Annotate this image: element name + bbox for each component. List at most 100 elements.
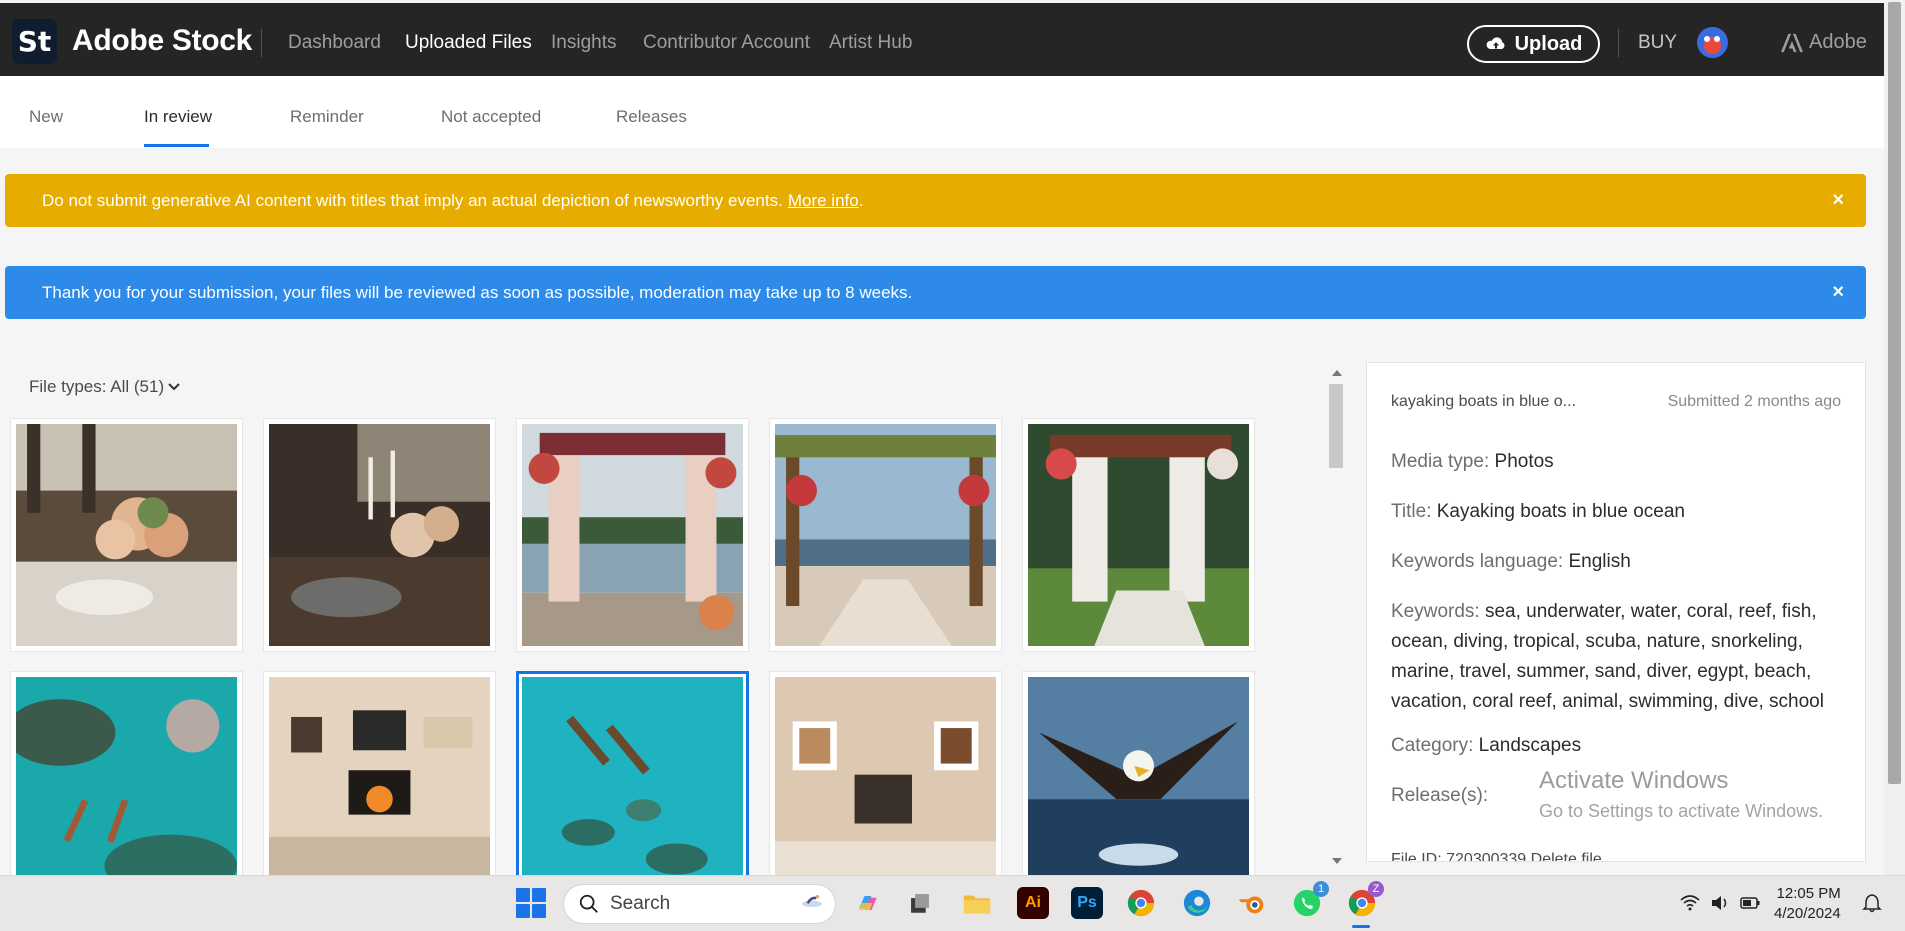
thumbnail-item[interactable]: [516, 418, 749, 652]
thumbnail-item[interactable]: [10, 418, 243, 652]
whatsapp-icon[interactable]: 1: [1291, 881, 1329, 919]
category-row: Category: Landscapes: [1391, 731, 1845, 761]
nav-insights[interactable]: Insights: [551, 32, 616, 54]
brand-name[interactable]: Adobe Stock: [72, 24, 252, 58]
adobe-stock-logo[interactable]: St: [12, 19, 57, 64]
keywords-language-value: English: [1568, 551, 1631, 572]
title-label: Title:: [1391, 501, 1432, 522]
submission-info-banner: Thank you for your submission, your file…: [5, 266, 1866, 319]
buy-link[interactable]: BUY: [1638, 32, 1677, 54]
title-value: Kayaking boats in blue ocean: [1436, 501, 1685, 522]
divider: [261, 29, 262, 57]
status-tabs: New In review Reminder Not accepted Rele…: [0, 76, 1884, 148]
scroll-down-arrow[interactable]: [1332, 858, 1342, 864]
thumbnail-item-selected[interactable]: [516, 671, 749, 905]
ai-content-warning-banner: Do not submit generative AI content with…: [5, 174, 1866, 227]
top-navigation-bar: St Adobe Stock Dashboard Uploaded Files …: [0, 3, 1884, 76]
files-icon[interactable]: [904, 887, 936, 919]
info-text: Thank you for your submission, your file…: [42, 282, 913, 302]
clock-date: 4/20/2024: [1774, 905, 1841, 922]
edge-icon[interactable]: [1181, 887, 1213, 919]
page-scrollbar[interactable]: [1884, 0, 1905, 875]
tab-reminder[interactable]: Reminder: [290, 107, 364, 127]
file-name: kayaking boats in blue o...: [1391, 393, 1577, 410]
keywords-language-row: Keywords language: English: [1391, 547, 1845, 577]
scrollbar-thumb[interactable]: [1888, 2, 1901, 784]
active-app-indicator: [1352, 925, 1370, 928]
grid-scrollbar-thumb[interactable]: [1329, 384, 1343, 468]
system-tray: [1680, 893, 1760, 913]
activate-windows-title: Activate Windows: [1539, 767, 1729, 794]
keywords-language-label: Keywords language:: [1391, 551, 1564, 572]
thumbnail-item[interactable]: [769, 671, 1002, 905]
nav-dashboard[interactable]: Dashboard: [288, 32, 381, 54]
copilot-icon[interactable]: [852, 887, 884, 919]
upload-button[interactable]: Upload: [1467, 25, 1600, 63]
chevron-down-icon: [168, 383, 180, 391]
wifi-icon[interactable]: [1680, 893, 1700, 913]
search-highlight-icon: [802, 895, 822, 908]
cloud-upload-icon: [1486, 37, 1505, 49]
battery-icon[interactable]: [1740, 893, 1760, 913]
bald-eagle-water-image: [1028, 677, 1249, 899]
file-types-label: File types: All (51): [29, 377, 165, 396]
category-label: Category:: [1391, 735, 1474, 756]
category-value: Landscapes: [1478, 735, 1582, 756]
kayaking-boats-ocean-image: [522, 677, 743, 899]
thumbnail-item[interactable]: [769, 418, 1002, 652]
chrome-icon[interactable]: [1125, 887, 1157, 919]
tab-not-accepted[interactable]: Not accepted: [441, 107, 541, 127]
upload-label: Upload: [1514, 32, 1583, 55]
windows-start-icon[interactable]: [516, 888, 546, 918]
adobe-link[interactable]: Adobe: [1781, 31, 1867, 54]
tab-releases[interactable]: Releases: [616, 107, 687, 127]
keywords-row: Keywords: sea, underwater, water, coral,…: [1391, 597, 1845, 717]
system-clock[interactable]: 12:05 PM 4/20/2024: [1774, 884, 1841, 924]
adobe-label: Adobe: [1809, 31, 1867, 53]
media-type-label: Media type:: [1391, 451, 1490, 472]
close-warning-button[interactable]: ×: [1832, 190, 1844, 210]
close-info-button[interactable]: ×: [1832, 282, 1844, 302]
clock-time: 12:05 PM: [1776, 885, 1841, 902]
photoshop-icon[interactable]: Ps: [1071, 887, 1103, 919]
floral-arch-beach-image: [775, 424, 996, 646]
file-id-row: File ID: 720300339 Delete file: [1391, 851, 1602, 862]
tab-in-review[interactable]: In review: [144, 107, 212, 127]
scroll-up-arrow[interactable]: [1332, 370, 1342, 376]
volume-icon[interactable]: [1710, 893, 1730, 913]
file-types-filter[interactable]: File types: All (51): [29, 377, 180, 397]
whatsapp-badge: 1: [1313, 881, 1329, 897]
windows-taskbar: Search Ai Ps 1 Z 12:05 PM 4/20/2024: [0, 875, 1905, 931]
blender-icon[interactable]: [1236, 887, 1268, 919]
living-room-fireplace-image: [269, 677, 490, 899]
notification-bell-icon[interactable]: [1862, 893, 1882, 913]
file-explorer-icon[interactable]: [961, 887, 993, 919]
thumbnail-item[interactable]: [1022, 418, 1255, 652]
media-type-value: Photos: [1494, 451, 1554, 472]
thumbnail-item[interactable]: [263, 418, 496, 652]
search-icon: [579, 894, 598, 913]
thumbnail-item[interactable]: [1022, 671, 1255, 905]
warning-period: .: [858, 190, 864, 210]
chrome-profile-icon[interactable]: Z: [1346, 881, 1384, 919]
search-label: Search: [610, 893, 671, 914]
taskbar-search[interactable]: Search: [563, 884, 836, 924]
tab-new[interactable]: New: [29, 107, 63, 127]
chrome-profile-badge: Z: [1368, 881, 1384, 897]
divider: [1618, 29, 1619, 57]
title-row: Title: Kayaking boats in blue ocean: [1391, 497, 1845, 527]
activate-windows-subtitle: Go to Settings to activate Windows.: [1539, 801, 1824, 821]
nav-uploaded-files[interactable]: Uploaded Files: [405, 32, 532, 54]
submitted-date: Submitted 2 months ago: [1667, 393, 1841, 410]
more-info-link[interactable]: More info: [788, 191, 859, 211]
nav-artist-hub[interactable]: Artist Hub: [829, 32, 912, 54]
thumbnail-item[interactable]: [263, 671, 496, 905]
grid-scrollbar[interactable]: [1326, 362, 1346, 870]
user-avatar[interactable]: [1697, 27, 1728, 58]
thumbnail-item[interactable]: [10, 671, 243, 905]
releases-label: Release(s):: [1391, 785, 1489, 806]
floral-arch-lake-image: [522, 424, 743, 646]
illustrator-icon[interactable]: Ai: [1017, 887, 1049, 919]
floral-arch-garden-image: [1028, 424, 1249, 646]
nav-contributor-account[interactable]: Contributor Account: [643, 32, 810, 54]
